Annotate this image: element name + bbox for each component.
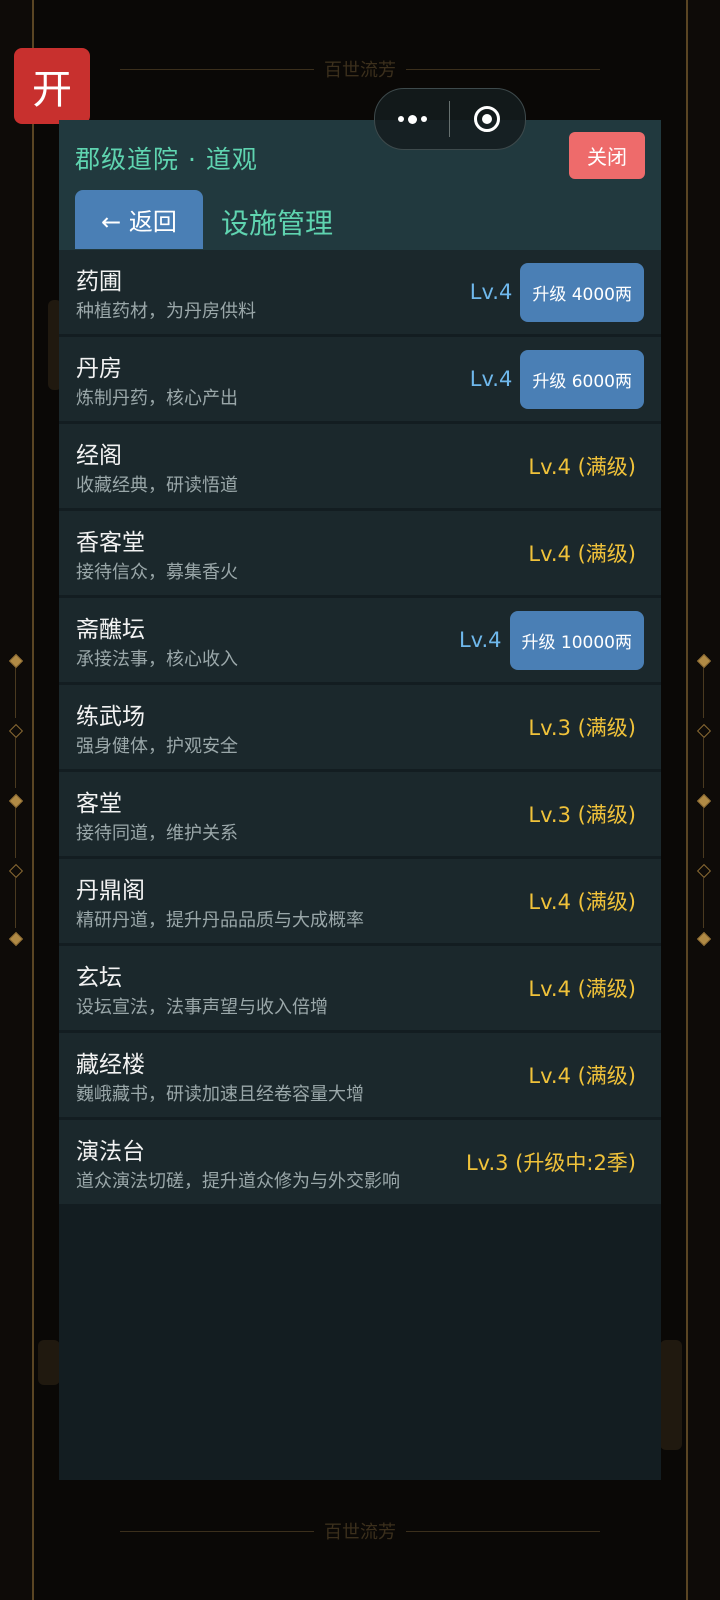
facility-level: Lv.3 (满级)	[528, 803, 636, 827]
facility-name: 香客堂	[76, 530, 145, 556]
facility-row: 药圃 种植药材，为丹房供料 Lv.4 升级 4000两	[59, 250, 661, 334]
facility-desc: 道众演法切磋，提升道众修为与外交影响	[76, 1171, 400, 1192]
facility-row: 丹鼎阁 精研丹道，提升丹品品质与大成概率 Lv.4 (满级)	[59, 859, 661, 943]
facility-desc: 炼制丹药，核心产出	[76, 388, 238, 409]
frame-right-border	[686, 0, 688, 1600]
panel-title: 郡级道院 · 道观	[75, 145, 258, 174]
background-ghost-element	[660, 1340, 682, 1450]
facility-name: 玄坛	[76, 965, 122, 991]
panel-header: 郡级道院 · 道观 关闭 ← 返回 设施管理	[59, 120, 661, 250]
miniprogram-capsule	[374, 88, 526, 150]
facility-name: 练武场	[76, 704, 145, 730]
section-title: 设施管理	[221, 207, 334, 240]
facility-name: 经阁	[76, 443, 122, 469]
facility-level: Lv.3 (升级中:2季)	[465, 1151, 636, 1175]
more-menu-icon[interactable]	[375, 114, 449, 124]
facility-desc: 接待信众，募集香火	[76, 562, 238, 583]
left-side-ornament	[8, 650, 24, 950]
facility-desc: 接待同道，维护关系	[76, 823, 238, 844]
facility-row: 经阁 收藏经典，研读悟道 Lv.4 (满级)	[59, 424, 661, 508]
facility-level: Lv.4 (满级)	[528, 542, 636, 566]
facility-desc: 设坛宣法，法事声望与收入倍增	[76, 997, 328, 1018]
facility-row: 练武场 强身健体，护观安全 Lv.3 (满级)	[59, 685, 661, 769]
facility-level: Lv.4 (满级)	[528, 455, 636, 479]
upgrade-button[interactable]: 升级 6000两	[520, 349, 644, 409]
exit-target-icon[interactable]	[450, 106, 524, 132]
background-ghost-element	[38, 1340, 60, 1385]
facility-panel: 郡级道院 · 道观 关闭 ← 返回 设施管理 药圃 种植药材，为丹房供料 Lv.…	[59, 120, 661, 1480]
facility-row: 玄坛 设坛宣法，法事声望与收入倍增 Lv.4 (满级)	[59, 946, 661, 1030]
facility-list: 药圃 种植药材，为丹房供料 Lv.4 升级 4000两 丹房 炼制丹药，核心产出…	[59, 250, 661, 1207]
facility-name: 斋醮坛	[76, 617, 145, 643]
facility-desc: 种植药材，为丹房供料	[76, 301, 256, 322]
close-button[interactable]: 关闭	[569, 132, 645, 179]
facility-level: Lv.4	[469, 367, 513, 391]
facility-level: Lv.4 (满级)	[528, 977, 636, 1001]
facility-level: Lv.4	[469, 280, 513, 304]
facility-name: 演法台	[76, 1139, 145, 1165]
back-button[interactable]: ← 返回	[75, 190, 203, 249]
upgrade-button[interactable]: 升级 10000两	[509, 610, 644, 670]
facility-row: 演法台 道众演法切磋，提升道众修为与外交影响 Lv.3 (升级中:2季)	[59, 1120, 661, 1204]
facility-level: Lv.3 (满级)	[528, 716, 636, 740]
facility-name: 藏经楼	[76, 1052, 145, 1078]
facility-row: 藏经楼 巍峨藏书，研读加速且经卷容量大增 Lv.4 (满级)	[59, 1033, 661, 1117]
facility-row: 客堂 接待同道，维护关系 Lv.3 (满级)	[59, 772, 661, 856]
facility-row: 香客堂 接待信众，募集香火 Lv.4 (满级)	[59, 511, 661, 595]
facility-level: Lv.4	[458, 628, 502, 652]
facility-name: 丹房	[76, 356, 122, 382]
facility-desc: 强身健体，护观安全	[76, 736, 238, 757]
facility-name: 客堂	[76, 791, 122, 817]
frame-left-border	[32, 0, 34, 1600]
upgrade-button[interactable]: 升级 4000两	[520, 262, 644, 322]
facility-row: 丹房 炼制丹药，核心产出 Lv.4 升级 6000两	[59, 337, 661, 421]
right-side-ornament	[696, 650, 712, 950]
facility-desc: 精研丹道，提升丹品品质与大成概率	[76, 910, 364, 931]
open-button[interactable]: 开	[14, 48, 90, 124]
banner-top: 百世流芳	[110, 54, 610, 84]
facility-name: 丹鼎阁	[76, 878, 145, 904]
facility-desc: 巍峨藏书，研读加速且经卷容量大增	[76, 1084, 364, 1105]
facility-name: 药圃	[76, 269, 122, 295]
banner-bottom: 百世流芳	[110, 1516, 610, 1546]
facility-level: Lv.4 (满级)	[528, 1064, 636, 1088]
facility-desc: 承接法事，核心收入	[76, 649, 238, 670]
facility-row: 斋醮坛 承接法事，核心收入 Lv.4 升级 10000两	[59, 598, 661, 682]
facility-desc: 收藏经典，研读悟道	[76, 475, 238, 496]
facility-level: Lv.4 (满级)	[528, 890, 636, 914]
